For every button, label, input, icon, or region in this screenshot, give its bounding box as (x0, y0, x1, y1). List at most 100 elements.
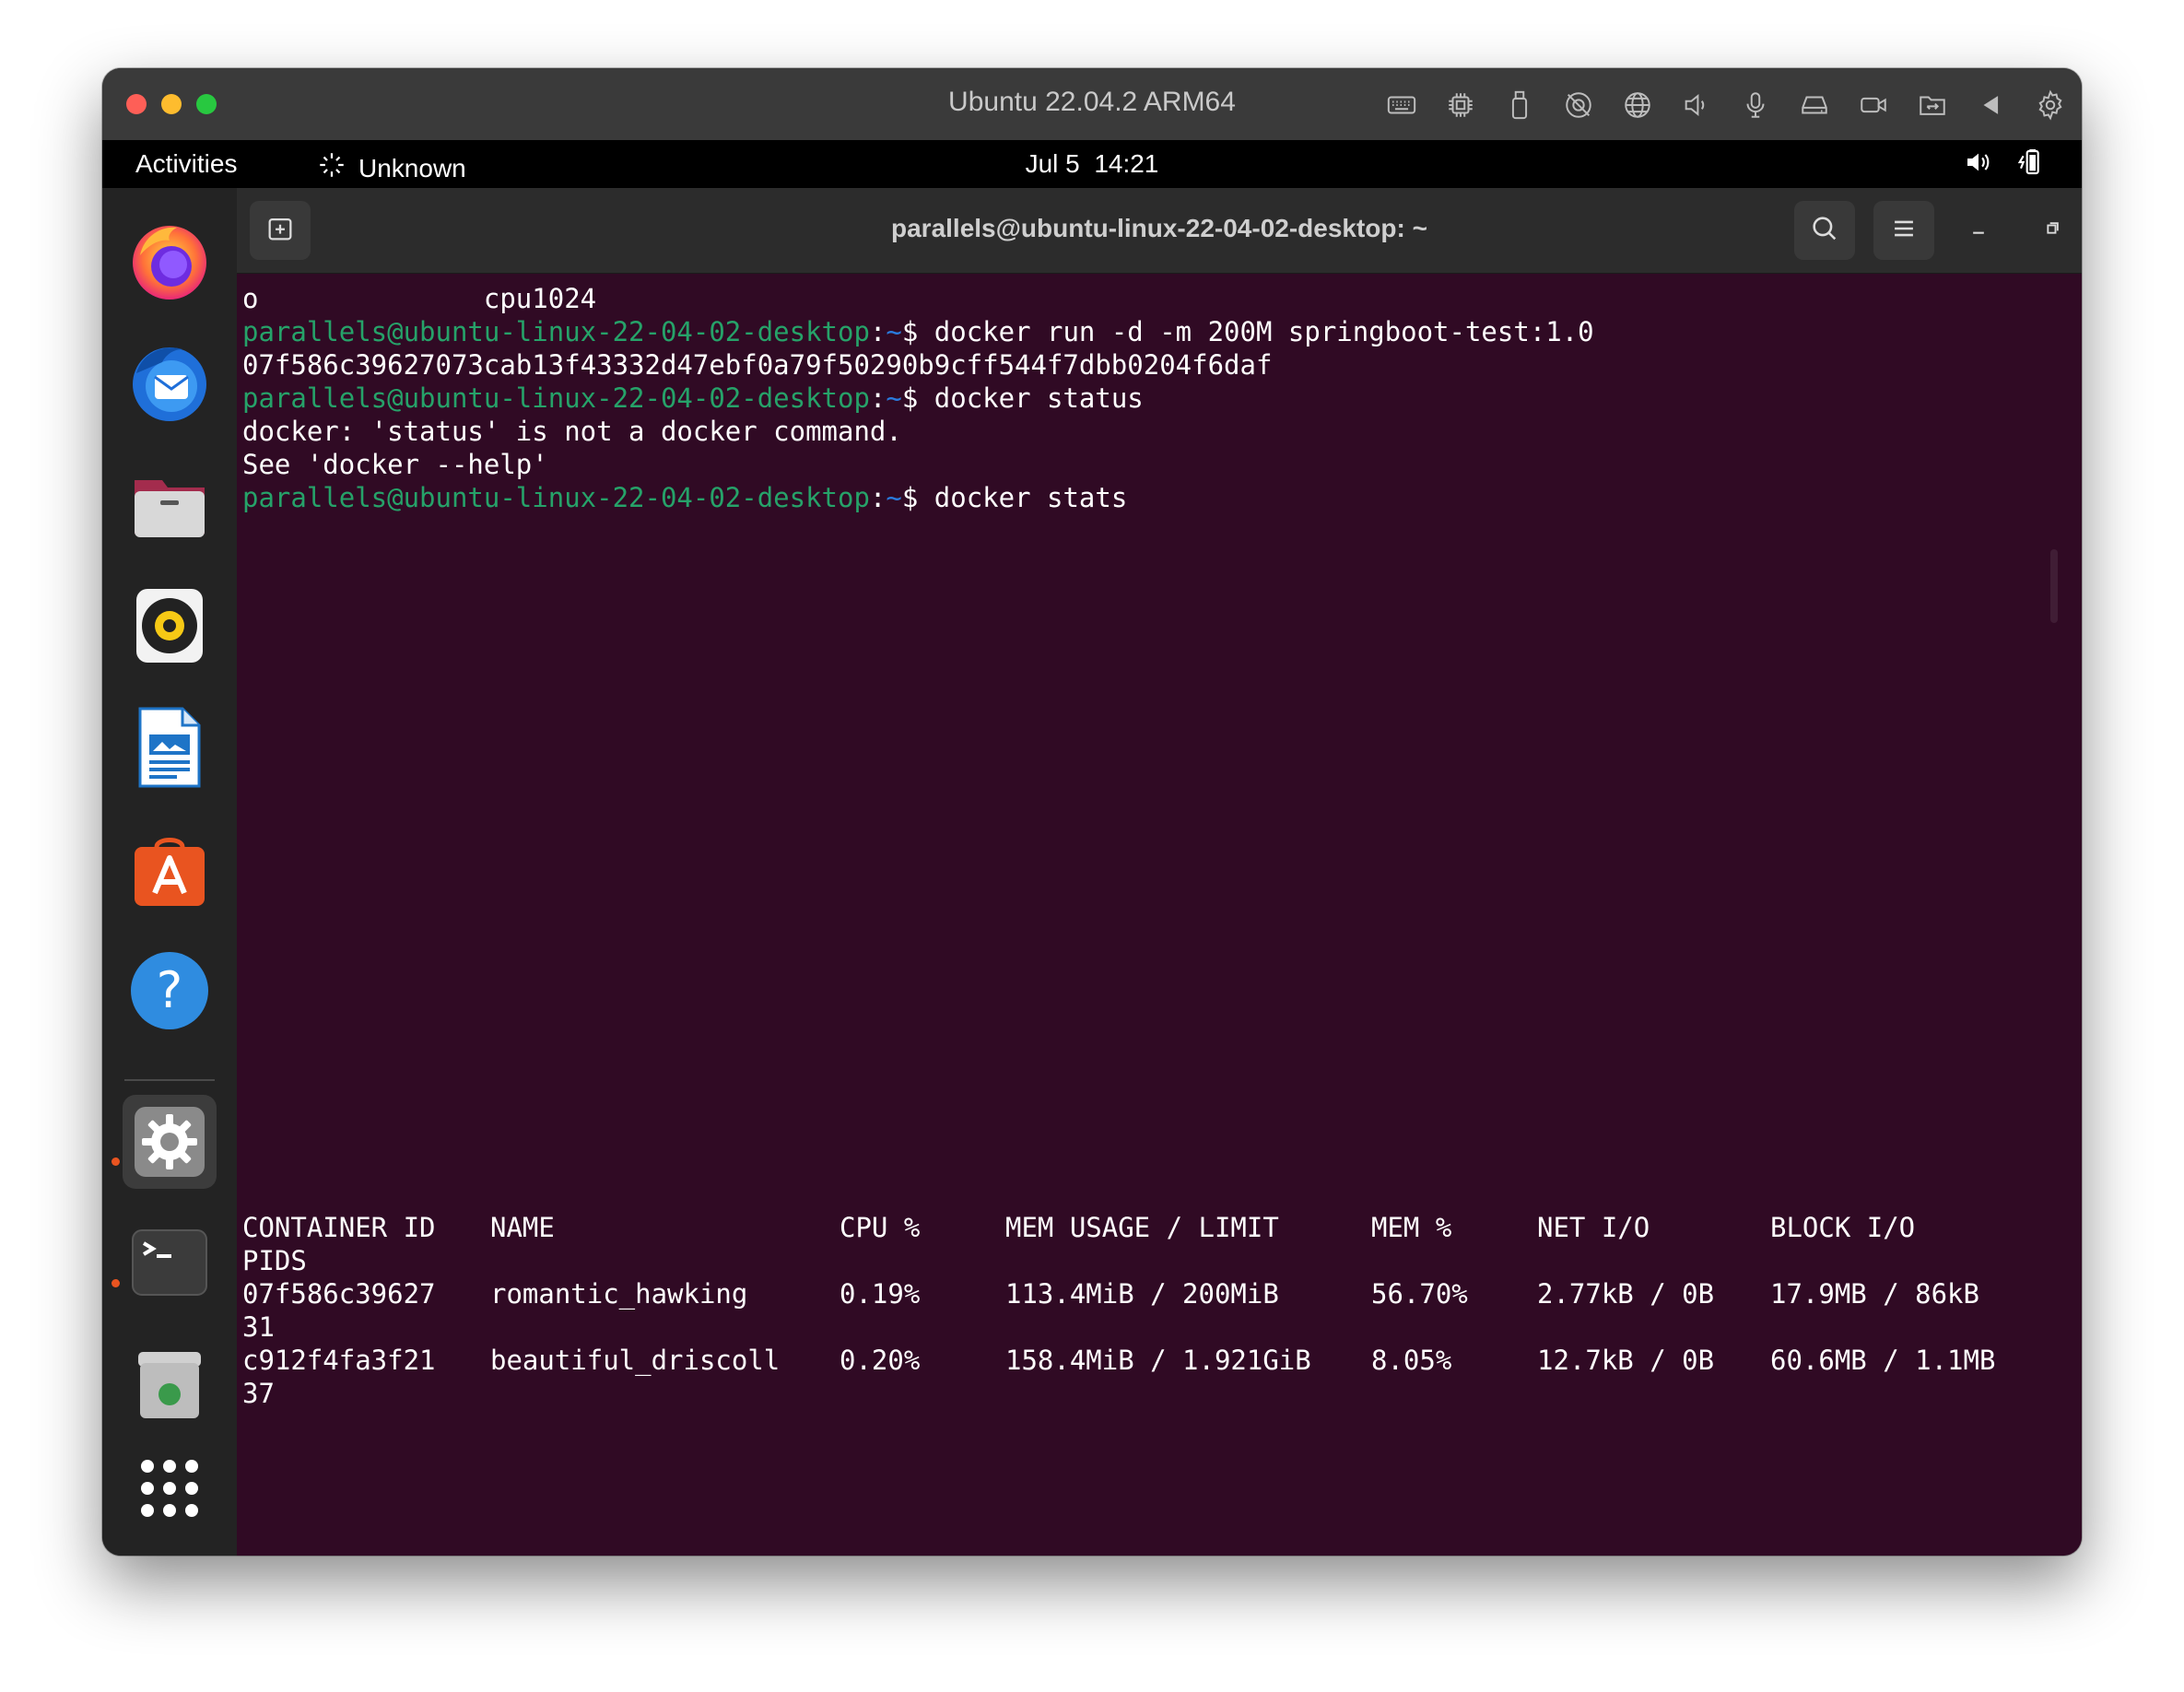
firefox-icon[interactable] (123, 214, 217, 308)
prompt-char: $ (901, 482, 919, 513)
row-name: beautiful_driscoll (490, 1345, 781, 1376)
restore-icon (2039, 216, 2065, 246)
speaker-icon (1964, 147, 1993, 183)
clock-date[interactable]: Jul 5 (1026, 149, 1080, 178)
prompt-separator: : (869, 482, 887, 513)
header-name: NAME (490, 1212, 555, 1243)
prompt-separator: : (869, 382, 887, 414)
row-container-id: c912f4fa3f21 (242, 1345, 436, 1376)
command-line: parallels@ubuntu-linux-22-04-02-desktop:… (242, 481, 1127, 514)
gnome-top-bar: Activities Unknown Jul 5 14:21 (102, 140, 2082, 188)
command-text: docker stats (918, 482, 1128, 513)
terminal-output[interactable]: o cpu1024 parallels@ubuntu-linux-22-04-0… (237, 273, 2061, 1556)
row-block-io: 17.9MB / 86kB (1770, 1278, 1979, 1310)
row-mem-pct: 8.05% (1371, 1345, 1452, 1376)
search-button[interactable] (1794, 201, 1855, 260)
system-tray[interactable] (1964, 147, 2047, 183)
settings-running-indicator (112, 1157, 120, 1166)
terminal-headerbar: parallels@ubuntu-linux-22-04-02-desktop:… (237, 188, 2082, 274)
camera-off-icon[interactable] (1562, 88, 1595, 122)
output-line: 07f586c39627073cab13f43332d47ebf0a79f502… (242, 349, 1273, 381)
activities-button[interactable]: Activities (135, 149, 237, 179)
svg-text:?: ? (157, 961, 183, 1019)
row-net-io: 2.77kB / 0B (1537, 1278, 1715, 1310)
header-cpu: CPU % (840, 1212, 921, 1243)
video-camera-icon[interactable] (1857, 88, 1890, 122)
shared-folder-icon[interactable] (1916, 88, 1949, 122)
header-container-id: CONTAINER ID (242, 1212, 436, 1243)
microphone-icon[interactable] (1739, 88, 1772, 122)
app-menu-icon (316, 149, 347, 187)
prompt-path: ~ (886, 316, 902, 347)
network-globe-icon[interactable] (1621, 88, 1654, 122)
clock-time[interactable]: 14:21 (1094, 149, 1158, 178)
output-line: See 'docker --help' (242, 449, 548, 480)
row-cpu: 0.19% (840, 1278, 921, 1310)
terminal-scrollbar[interactable] (2050, 549, 2058, 623)
command-line: parallels@ubuntu-linux-22-04-02-desktop:… (242, 315, 1594, 348)
dock-separator (124, 1079, 215, 1081)
restore-button[interactable] (2034, 212, 2071, 249)
row-block-io: 60.6MB / 1.1MB (1770, 1345, 1996, 1376)
gear-icon[interactable] (2034, 88, 2067, 122)
vm-toolbar (1385, 87, 2067, 123)
new-tab-icon (264, 213, 296, 249)
close-window-button[interactable] (126, 94, 147, 114)
disk-drive-icon[interactable] (1798, 88, 1831, 122)
thunderbird-icon[interactable] (123, 335, 217, 429)
row-name: romantic_hawking (490, 1278, 748, 1310)
prompt-user: parallels@ubuntu-linux-22-04-02-desktop (242, 382, 870, 414)
settings-icon[interactable] (123, 1095, 217, 1189)
row-net-io: 12.7kB / 0B (1537, 1345, 1715, 1376)
header-net-io: NET I/O (1537, 1212, 1650, 1243)
hamburger-menu-icon (1888, 213, 1920, 249)
prompt-path: ~ (886, 482, 902, 513)
row-pids: 31 (242, 1311, 275, 1343)
row-container-id: 07f586c39627 (242, 1278, 436, 1310)
prompt-user: parallels@ubuntu-linux-22-04-02-desktop (242, 316, 870, 347)
header-mem-usage: MEM USAGE / LIMIT (1005, 1212, 1279, 1243)
command-line: parallels@ubuntu-linux-22-04-02-desktop:… (242, 382, 1144, 415)
new-tab-button[interactable] (250, 201, 311, 260)
vm-window: Ubuntu 22.04.2 ARM64 Activities Unknown … (102, 68, 2082, 1556)
prompt-user: parallels@ubuntu-linux-22-04-02-desktop (242, 482, 870, 513)
output-line: docker: 'status' is not a docker command… (242, 416, 902, 447)
vm-titlebar: Ubuntu 22.04.2 ARM64 (102, 68, 2082, 141)
prompt-separator: : (869, 316, 887, 347)
row-pids: 37 (242, 1378, 275, 1409)
command-text: docker run -d -m 200M springboot-test:1.… (918, 316, 1594, 347)
command-text: docker status (918, 382, 1144, 414)
menu-button[interactable] (1873, 201, 1934, 260)
header-mem-pct: MEM % (1371, 1212, 1452, 1243)
zoom-window-button[interactable] (196, 94, 217, 114)
cpu-icon[interactable] (1444, 88, 1477, 122)
output-line: o cpu1024 (242, 283, 597, 314)
arrow-left-icon[interactable] (1975, 88, 2008, 122)
show-apps-icon[interactable] (123, 1441, 217, 1535)
files-icon[interactable] (123, 457, 217, 551)
minimize-icon (1966, 216, 1991, 246)
battery-icon (2017, 147, 2047, 183)
keyboard-icon[interactable] (1385, 88, 1418, 122)
app-center-icon[interactable] (123, 822, 217, 916)
row-cpu: 0.20% (840, 1345, 921, 1376)
row-mem-usage: 113.4MiB / 200MiB (1005, 1278, 1279, 1310)
usb-icon[interactable] (1503, 88, 1536, 122)
terminal-icon[interactable] (123, 1216, 217, 1310)
minimize-window-button[interactable] (161, 94, 182, 114)
prompt-char: $ (901, 316, 919, 347)
header-pids: PIDS (242, 1245, 307, 1276)
app-menu[interactable]: Unknown (316, 149, 466, 187)
volume-icon[interactable] (1680, 88, 1713, 122)
row-mem-usage: 158.4MiB / 1.921GiB (1005, 1345, 1311, 1376)
prompt-char: $ (901, 382, 919, 414)
app-menu-label: Unknown (358, 153, 466, 182)
terminal-running-indicator (112, 1279, 120, 1287)
trash-icon[interactable] (123, 1338, 217, 1432)
search-icon (1809, 213, 1840, 249)
libreoffice-writer-icon[interactable] (123, 700, 217, 794)
minimize-button[interactable] (1960, 212, 1997, 249)
header-block-io: BLOCK I/O (1770, 1212, 1916, 1243)
help-icon[interactable]: ? (123, 944, 217, 1038)
rhythmbox-icon[interactable] (123, 579, 217, 673)
